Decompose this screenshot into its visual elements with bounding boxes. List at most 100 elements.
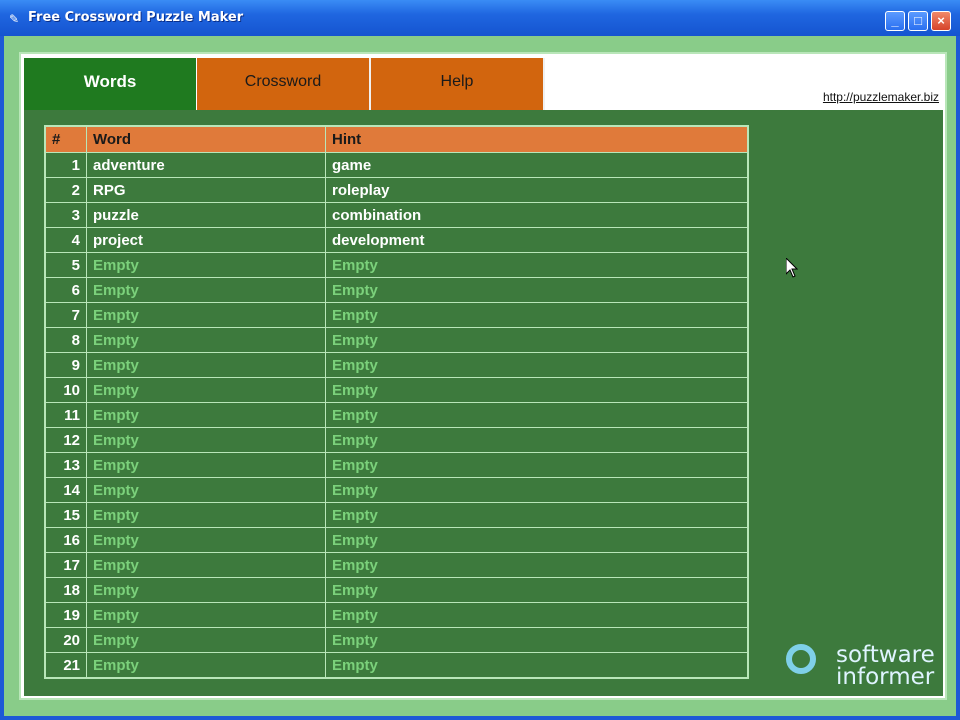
hint-cell[interactable]: Empty	[325, 452, 749, 478]
word-cell[interactable]: Empty	[86, 577, 326, 603]
word-cell[interactable]: Empty	[86, 452, 326, 478]
close-button[interactable]: ×	[931, 11, 951, 31]
row-number: 21	[44, 652, 87, 679]
table-row[interactable]: 21 Empty Empty	[44, 652, 749, 679]
watermark-line2: informer	[836, 664, 935, 690]
puzzlemaker-link[interactable]: http://puzzlemaker.biz	[823, 90, 939, 104]
table-row[interactable]: 11 Empty Empty	[44, 402, 749, 428]
header-word: Word	[86, 125, 326, 153]
hint-cell[interactable]: Empty	[325, 552, 749, 578]
table-header-row: # Word Hint	[44, 125, 749, 153]
hint-cell[interactable]: Empty	[325, 402, 749, 428]
hint-cell[interactable]: Empty	[325, 352, 749, 378]
header-num: #	[44, 125, 87, 153]
tab-help[interactable]: Help	[371, 58, 545, 110]
row-number: 6	[44, 277, 87, 303]
maximize-icon: □	[914, 13, 922, 28]
mouse-cursor-icon	[786, 258, 798, 278]
table-row[interactable]: 18 Empty Empty	[44, 577, 749, 603]
table-row[interactable]: 13 Empty Empty	[44, 452, 749, 478]
word-cell[interactable]: project	[86, 227, 326, 253]
hint-cell[interactable]: Empty	[325, 502, 749, 528]
row-number: 12	[44, 427, 87, 453]
word-cell[interactable]: Empty	[86, 502, 326, 528]
table-row[interactable]: 9 Empty Empty	[44, 352, 749, 378]
hint-cell[interactable]: Empty	[325, 252, 749, 278]
hint-cell[interactable]: roleplay	[325, 177, 749, 203]
table-row[interactable]: 20 Empty Empty	[44, 627, 749, 653]
hint-cell[interactable]: Empty	[325, 277, 749, 303]
word-cell[interactable]: Empty	[86, 652, 326, 679]
hint-cell[interactable]: Empty	[325, 602, 749, 628]
row-number: 1	[44, 152, 87, 178]
app-window: ✎ Free Crossword Puzzle Maker _ □ × Word…	[0, 0, 960, 720]
word-cell[interactable]: Empty	[86, 602, 326, 628]
row-number: 3	[44, 202, 87, 228]
row-number: 11	[44, 402, 87, 428]
hint-cell[interactable]: Empty	[325, 377, 749, 403]
table-row[interactable]: 4 project development	[44, 227, 749, 253]
word-cell[interactable]: Empty	[86, 627, 326, 653]
table-row[interactable]: 12 Empty Empty	[44, 427, 749, 453]
row-number: 19	[44, 602, 87, 628]
table-row[interactable]: 8 Empty Empty	[44, 327, 749, 353]
tab-help-label: Help	[440, 73, 474, 90]
hint-cell[interactable]: Empty	[325, 652, 749, 679]
word-cell[interactable]: Empty	[86, 377, 326, 403]
table-row[interactable]: 6 Empty Empty	[44, 277, 749, 303]
word-cell[interactable]: Empty	[86, 402, 326, 428]
tab-crossword[interactable]: Crossword	[197, 58, 371, 110]
table-row[interactable]: 14 Empty Empty	[44, 477, 749, 503]
row-number: 13	[44, 452, 87, 478]
hint-cell[interactable]: Empty	[325, 627, 749, 653]
hint-cell[interactable]: development	[325, 227, 749, 253]
tab-crossword-label: Crossword	[244, 73, 322, 90]
crossword-app-icon[interactable]: ✎	[6, 11, 22, 27]
tab-words[interactable]: Words	[24, 58, 196, 110]
word-cell[interactable]: adventure	[86, 152, 326, 178]
minimize-icon: _	[891, 13, 899, 28]
row-number: 8	[44, 327, 87, 353]
table-row[interactable]: 7 Empty Empty	[44, 302, 749, 328]
table-row[interactable]: 1 adventure game	[44, 152, 749, 178]
main-panel: Words Crossword Help http://puzzlemaker.…	[19, 52, 947, 700]
watermark: software informer	[786, 642, 936, 690]
table-row[interactable]: 10 Empty Empty	[44, 377, 749, 403]
hint-cell[interactable]: Empty	[325, 527, 749, 553]
hint-cell[interactable]: Empty	[325, 477, 749, 503]
word-cell[interactable]: puzzle	[86, 202, 326, 228]
words-table-body: 1 adventure game 2 RPG roleplay 3 puzzle combina…	[44, 152, 749, 679]
row-number: 2	[44, 177, 87, 203]
hint-cell[interactable]: game	[325, 152, 749, 178]
table-row[interactable]: 3 puzzle combination	[44, 202, 749, 228]
row-number: 15	[44, 502, 87, 528]
word-cell[interactable]: Empty	[86, 327, 326, 353]
word-cell[interactable]: Empty	[86, 352, 326, 378]
hint-cell[interactable]: Empty	[325, 427, 749, 453]
word-cell[interactable]: Empty	[86, 252, 326, 278]
hint-cell[interactable]: Empty	[325, 327, 749, 353]
hint-cell[interactable]: Empty	[325, 577, 749, 603]
row-number: 18	[44, 577, 87, 603]
hint-cell[interactable]: combination	[325, 202, 749, 228]
word-cell[interactable]: RPG	[86, 177, 326, 203]
table-row[interactable]: 5 Empty Empty	[44, 252, 749, 278]
table-row[interactable]: 2 RPG roleplay	[44, 177, 749, 203]
hint-cell[interactable]: Empty	[325, 302, 749, 328]
table-row[interactable]: 16 Empty Empty	[44, 527, 749, 553]
word-cell[interactable]: Empty	[86, 527, 326, 553]
row-number: 5	[44, 252, 87, 278]
minimize-button[interactable]: _	[885, 11, 905, 31]
maximize-button[interactable]: □	[908, 11, 928, 31]
table-row[interactable]: 15 Empty Empty	[44, 502, 749, 528]
word-cell[interactable]: Empty	[86, 427, 326, 453]
table-row[interactable]: 19 Empty Empty	[44, 602, 749, 628]
word-cell[interactable]: Empty	[86, 552, 326, 578]
words-content: # Word Hint 1 adventure game 2 RPG roleplay 3 p…	[24, 110, 943, 696]
title-bar[interactable]: ✎ Free Crossword Puzzle Maker _ □ ×	[0, 0, 960, 36]
word-cell[interactable]: Empty	[86, 277, 326, 303]
word-cell[interactable]: Empty	[86, 302, 326, 328]
word-cell[interactable]: Empty	[86, 477, 326, 503]
table-row[interactable]: 17 Empty Empty	[44, 552, 749, 578]
row-number: 9	[44, 352, 87, 378]
